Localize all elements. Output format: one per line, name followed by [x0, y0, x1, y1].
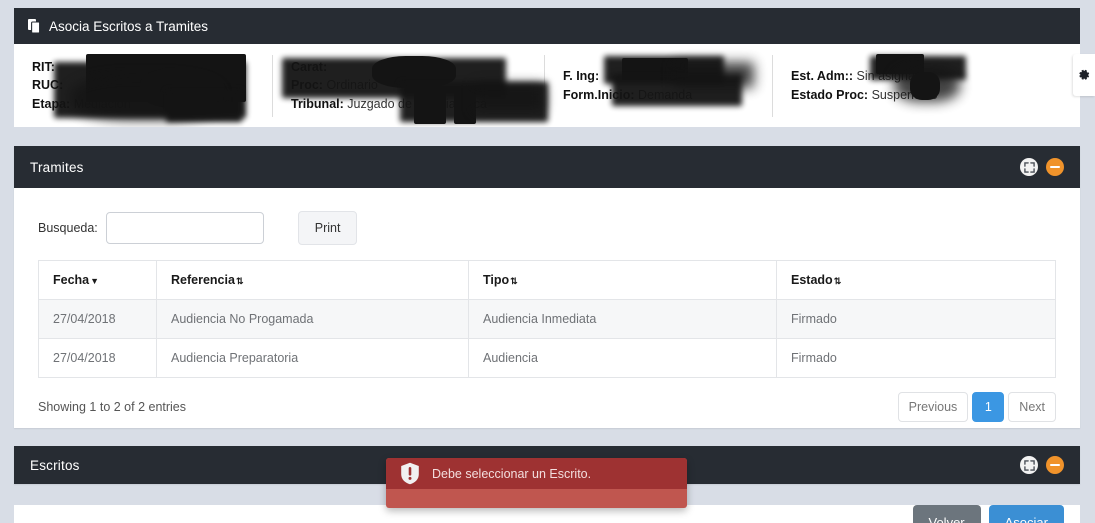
cell-fecha: 27/04/2018: [38, 338, 157, 378]
case-info-column-caratulado: Carat: Proc: Ordinario Tribunal: Juzgado…: [272, 54, 544, 117]
cell-estado: Firmado: [776, 299, 1056, 339]
column-header-label: Tipo: [483, 273, 510, 287]
panel-tools: [1020, 456, 1064, 474]
field-value: Ordinario: [326, 78, 378, 93]
field-label: Proc:: [291, 78, 323, 93]
alert-toast-content: Debe seleccionar un Escrito.: [386, 458, 687, 489]
cell-estado: Firmado: [776, 338, 1056, 378]
page-title: Asocia Escritos a Tramites: [49, 18, 209, 34]
table-row[interactable]: 27/04/2018 Audiencia No Progamada Audien…: [38, 299, 1056, 339]
entries-info: Showing 1 to 2 of 2 entries: [38, 400, 187, 414]
column-header-referencia[interactable]: Referencia⇅: [156, 260, 469, 300]
volver-button[interactable]: Volver: [912, 505, 981, 523]
tramites-table: Fecha▼ Referencia⇅ Tipo⇅ Estado⇅ 27/04/2…: [38, 260, 1056, 378]
search-bar: Busqueda: Print: [38, 206, 1056, 250]
case-info-panel: RIT: RUC: Etapa: Mediación Carat: Proc: …: [14, 44, 1080, 127]
print-button[interactable]: Print: [297, 211, 358, 245]
field-label: RUC:: [32, 78, 64, 93]
escritos-panel-title: Escritos: [30, 457, 80, 473]
field-value: Sin asignar: [856, 69, 920, 84]
pagination: Previous 1 Next: [897, 392, 1056, 422]
field-label: Estado Proc:: [791, 87, 869, 102]
pagination-page-1[interactable]: 1: [972, 392, 1005, 422]
column-header-label: Fecha: [53, 273, 90, 287]
search-label: Busqueda:: [38, 221, 98, 235]
table-body: 27/04/2018 Audiencia No Progamada Audien…: [38, 299, 1056, 378]
action-buttons: Volver Asociar: [912, 505, 1064, 523]
table-row[interactable]: 27/04/2018 Audiencia Preparatoria Audien…: [38, 338, 1056, 378]
case-info-row: Carat:: [291, 58, 530, 76]
table-header: Fecha▼ Referencia⇅ Tipo⇅ Estado⇅: [38, 260, 1056, 300]
tramites-panel: Tramites Busqueda: Print Fecha▼ Referenc…: [14, 146, 1080, 428]
table-header-row: Fecha▼ Referencia⇅ Tipo⇅ Estado⇅: [38, 260, 1056, 300]
pagination-next[interactable]: Next: [1008, 392, 1056, 422]
expand-icon[interactable]: [1020, 456, 1038, 474]
sort-icon: ⇅: [510, 276, 517, 286]
alert-toast[interactable]: Debe seleccionar un Escrito.: [386, 458, 687, 508]
pagination-previous[interactable]: Previous: [897, 392, 969, 422]
cell-tipo: Audiencia Inmediata: [468, 299, 777, 339]
asociar-button[interactable]: Asociar: [988, 505, 1064, 523]
field-value: Demanda: [638, 87, 693, 102]
minus-icon[interactable]: [1046, 456, 1064, 474]
column-header-fecha[interactable]: Fecha▼: [38, 260, 157, 300]
case-info-column-fecha-ingreso: F. Ing: Form.Inicio: Demanda: [544, 54, 772, 117]
field-value: Mediación: [73, 96, 131, 111]
field-value: Suspendido: [871, 87, 938, 102]
tramites-panel-title: Tramites: [30, 159, 84, 175]
cell-tipo: Audiencia: [468, 338, 777, 378]
column-header-label: Referencia: [171, 273, 235, 287]
gear-icon[interactable]: [1073, 54, 1095, 96]
shield-exclamation-icon: [400, 462, 420, 485]
panel-tools: [1020, 158, 1064, 176]
search-input[interactable]: [105, 212, 264, 244]
case-info-row: Estado Proc: Suspendido: [791, 86, 1018, 104]
sort-desc-icon: ▼: [90, 276, 99, 286]
case-info-row: RIT:: [32, 58, 258, 76]
tramites-panel-header: Tramites: [14, 146, 1080, 188]
case-info-column-estado: Est. Adm:: Sin asignar Estado Proc: Susp…: [772, 54, 1032, 117]
field-label: Est. Adm::: [791, 69, 854, 84]
field-label: Tribunal:: [291, 96, 344, 111]
cell-referencia: Audiencia Preparatoria: [156, 338, 469, 378]
column-header-estado[interactable]: Estado⇅: [776, 260, 1056, 300]
expand-icon[interactable]: [1020, 158, 1038, 176]
sort-icon: ⇅: [833, 276, 841, 286]
field-label: Etapa:: [32, 96, 71, 111]
cell-fecha: 27/04/2018: [38, 299, 157, 339]
field-label: RIT:: [32, 60, 55, 75]
case-info-row: Form.Inicio: Demanda: [563, 86, 758, 104]
field-value: Juzgado de Familia Arica: [347, 96, 487, 111]
column-header-tipo[interactable]: Tipo⇅: [468, 260, 777, 300]
app-page: Asocia Escritos a Tramites RIT: RUC: Eta…: [0, 0, 1095, 523]
tramites-panel-body: Busqueda: Print Fecha▼ Referencia⇅ Tipo⇅…: [14, 188, 1080, 422]
case-info-row: RUC:: [32, 76, 258, 94]
case-info-column-rit: RIT: RUC: Etapa: Mediación: [14, 55, 272, 117]
table-footer: Showing 1 to 2 of 2 entries Previous 1 N…: [38, 392, 1056, 422]
cell-referencia: Audiencia No Progamada: [156, 299, 469, 339]
alert-message: Debe seleccionar un Escrito.: [432, 466, 592, 481]
field-label: Carat:: [291, 60, 328, 75]
column-header-label: Estado: [791, 273, 833, 287]
minus-icon[interactable]: [1046, 158, 1064, 176]
case-info-row: Proc: Ordinario: [291, 76, 530, 94]
case-info-row: Etapa: Mediación: [32, 95, 258, 113]
window-title-bar: Asocia Escritos a Tramites: [14, 8, 1080, 44]
files-icon: [28, 18, 41, 34]
case-info-row: Tribunal: Juzgado de Familia Arica: [291, 95, 530, 113]
case-info-row: Est. Adm:: Sin asignar: [791, 67, 1018, 85]
sort-icon: ⇅: [235, 276, 243, 286]
field-label: Form.Inicio:: [563, 87, 635, 102]
field-label: F. Ing:: [563, 69, 600, 84]
case-info-row: F. Ing:: [563, 67, 758, 85]
